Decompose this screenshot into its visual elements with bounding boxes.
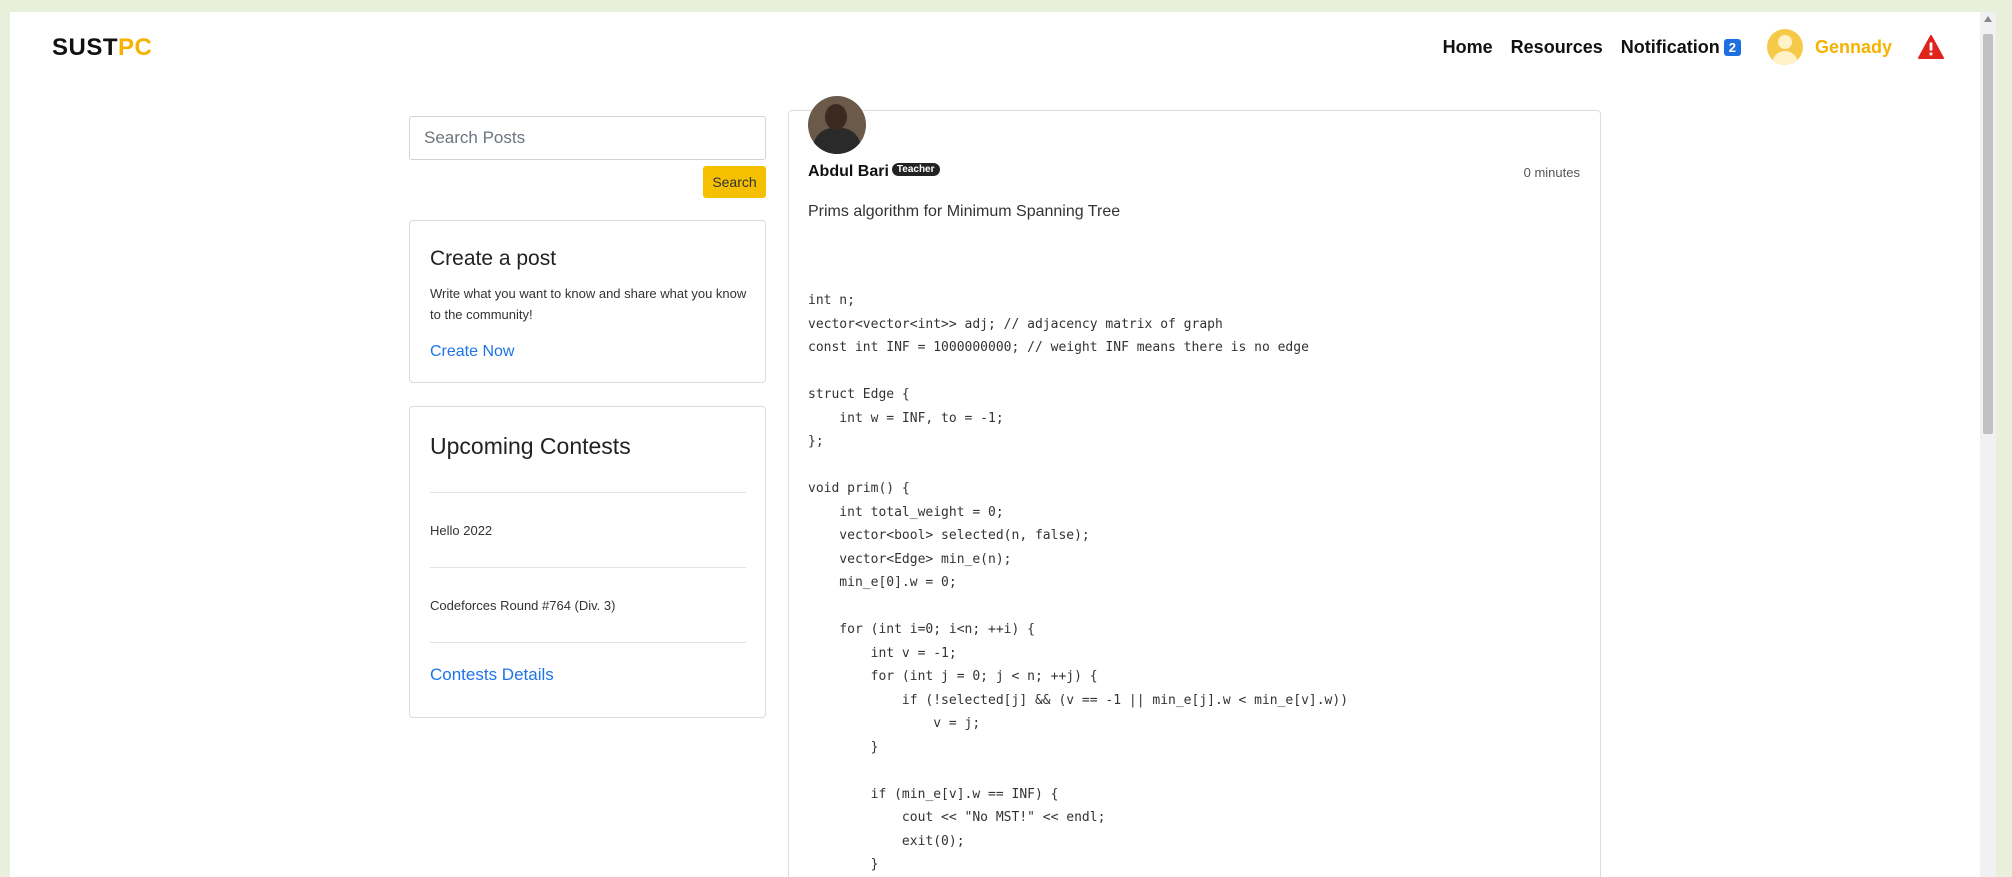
- upcoming-contests-card: Upcoming Contests Hello 2022 Codeforces …: [409, 406, 766, 718]
- navbar: SUSTPC Home Resources Notification 2 Genn…: [10, 12, 1996, 80]
- role-badge: Teacher: [891, 163, 940, 176]
- create-post-description: Write what you want to know and share wh…: [430, 286, 747, 322]
- nav-right: Home Resources Notification 2 Gennady: [1425, 28, 1944, 66]
- create-now-link[interactable]: Create Now: [430, 343, 514, 361]
- post-code-block: int n; vector<vector<int>> adj; // adjac…: [808, 293, 1349, 872]
- contests-details-link[interactable]: Contests Details: [430, 642, 746, 685]
- brand-logo[interactable]: SUSTPC: [52, 34, 152, 62]
- post-timestamp: 0 minutes: [1523, 165, 1580, 180]
- nav-notification-link[interactable]: Notification 2: [1621, 37, 1741, 58]
- search-posts-input[interactable]: [409, 116, 766, 160]
- username-link[interactable]: Gennady: [1815, 37, 1892, 58]
- post-title[interactable]: Prims algorithm for Minimum Spanning Tre…: [808, 203, 1120, 221]
- page-scrollbar[interactable]: [1980, 12, 1996, 877]
- scrollbar-thumb[interactable]: [1983, 34, 1993, 434]
- nav-resources-link[interactable]: Resources: [1511, 37, 1603, 58]
- author-avatar[interactable]: [808, 96, 866, 154]
- notification-count-badge: 2: [1723, 39, 1741, 57]
- contest-item[interactable]: Codeforces Round #764 (Div. 3): [430, 567, 746, 642]
- upcoming-contests-title: Upcoming Contests: [430, 433, 631, 459]
- create-post-title: Create a post: [430, 247, 557, 270]
- warning-triangle-icon[interactable]: [1918, 35, 1944, 59]
- nav-home-link[interactable]: Home: [1443, 37, 1493, 58]
- page: SUSTPC Home Resources Notification 2 Genn…: [10, 12, 1996, 877]
- notification-label: Notification: [1620, 36, 1720, 57]
- author-name: Abdul Bari: [808, 163, 889, 180]
- brand-part2: PC: [118, 34, 153, 61]
- user-avatar-icon[interactable]: [1766, 29, 1803, 65]
- post-author[interactable]: Abdul Bari Teacher: [808, 163, 940, 181]
- brand-part1: SUST: [52, 34, 119, 61]
- scroll-up-arrow-icon[interactable]: [1984, 16, 1992, 22]
- post-card: Abdul Bari Teacher 0 minutes Prims algori…: [788, 96, 1601, 877]
- contest-item[interactable]: Hello 2022: [430, 492, 746, 567]
- create-post-card: Create a post Write what you want to kno…: [409, 220, 766, 383]
- search-button[interactable]: Search: [703, 166, 766, 198]
